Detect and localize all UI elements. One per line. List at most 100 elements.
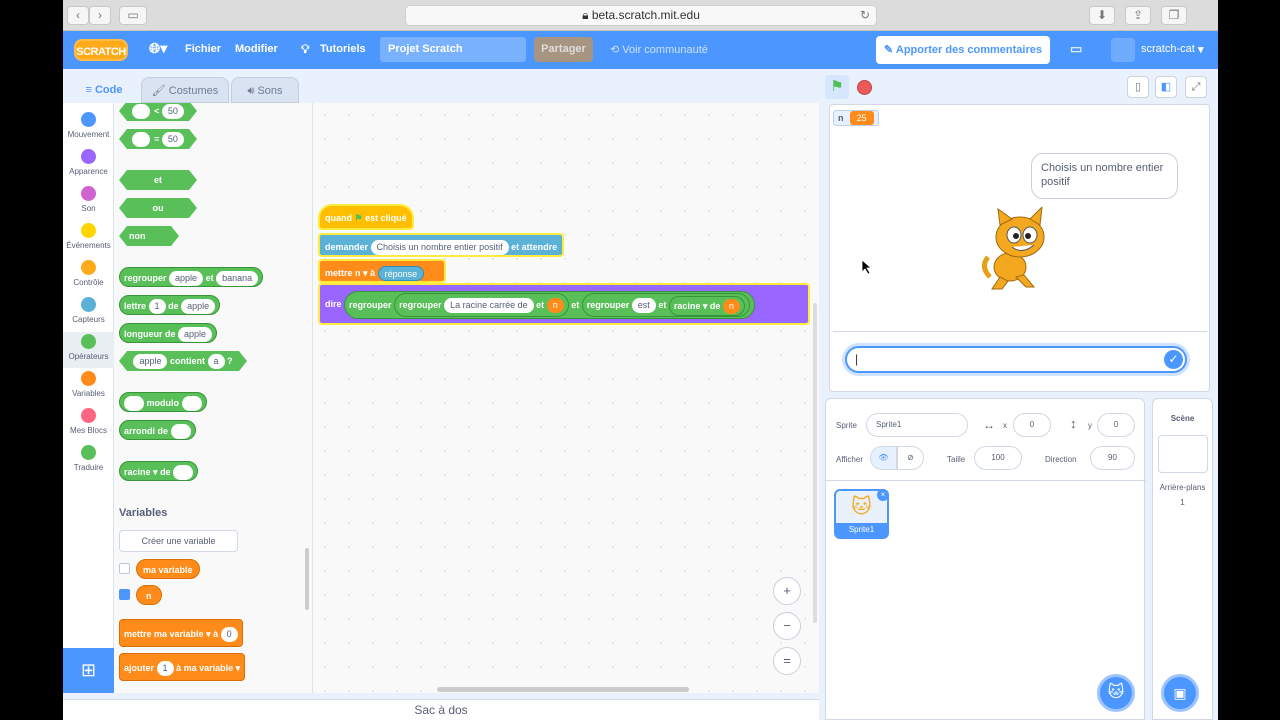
give-feedback-button[interactable]: ✎ Apporter des commentaires: [876, 36, 1050, 64]
scratch-logo[interactable]: SCRATCH: [74, 39, 128, 61]
sprite-name-input[interactable]: Sprite1: [866, 413, 968, 437]
menu-file[interactable]: Fichier: [185, 43, 221, 55]
operand[interactable]: [132, 104, 150, 119]
create-variable-button[interactable]: Créer une variable: [119, 530, 238, 552]
category-5[interactable]: Capteurs: [63, 295, 114, 331]
block-set-n[interactable]: mettre n ▾ à réponse: [318, 259, 446, 283]
variable-reporter[interactable]: n: [722, 299, 740, 314]
sqrt-reporter[interactable]: racine ▾ de n: [668, 295, 745, 316]
reload-icon[interactable]: ↻: [860, 6, 870, 25]
answer-reporter[interactable]: réponse: [377, 266, 425, 282]
stop-icon[interactable]: [857, 80, 872, 95]
x-input[interactable]: 0: [1013, 413, 1051, 437]
sidebar-toggle-icon[interactable]: ▭: [119, 6, 147, 25]
add-extension-button[interactable]: ⊞: [63, 648, 114, 693]
input[interactable]: banana: [216, 271, 259, 287]
block-contains[interactable]: apple contient a ?: [119, 351, 247, 371]
zoom-in-button[interactable]: +: [773, 577, 801, 605]
zoom-reset-button[interactable]: =: [773, 647, 801, 675]
zoom-out-button[interactable]: −: [773, 612, 801, 640]
avatar[interactable]: [1111, 38, 1135, 62]
menu-tutorials[interactable]: Tutoriels: [320, 43, 366, 55]
dropdown[interactable]: racine ▾: [124, 467, 158, 477]
operand-value[interactable]: 50: [162, 104, 184, 119]
input[interactable]: [173, 465, 194, 481]
username[interactable]: scratch-cat: [1141, 43, 1195, 55]
dropdown[interactable]: n ▾: [355, 268, 368, 278]
block-letter-of[interactable]: lettre 1 de apple: [119, 295, 221, 315]
block-ask-and-wait[interactable]: demander Choisis un nombre entier positi…: [318, 233, 564, 257]
block-less-than[interactable]: < 50: [119, 103, 197, 121]
block-say[interactable]: dire regrouper regrouper La racine carré…: [318, 283, 810, 325]
direction-input[interactable]: 90: [1090, 446, 1135, 470]
hide-eye-icon[interactable]: ⊘: [897, 446, 924, 470]
input[interactable]: apple: [133, 354, 167, 369]
input[interactable]: [124, 396, 144, 412]
folder-icon[interactable]: ▭: [1070, 41, 1082, 57]
answer-input[interactable]: | ✓: [845, 346, 1187, 373]
category-6[interactable]: Opérateurs: [63, 332, 114, 368]
block-palette[interactable]: < 50 = 50 et ou non regrouper apple et b…: [114, 103, 313, 693]
share-button[interactable]: Partager: [534, 37, 593, 62]
block-modulo[interactable]: modulo: [119, 392, 207, 412]
download-icon[interactable]: ⬇: [1089, 6, 1115, 25]
language-globe-icon[interactable]: 🌐︎▾: [149, 40, 167, 57]
var-checkbox-checked[interactable]: [119, 589, 130, 600]
variable-reporter[interactable]: n: [136, 585, 162, 605]
add-sprite-button[interactable]: 🐱︎: [1097, 674, 1135, 712]
code-workspace[interactable]: quand ⚑ est cliqué demander Choisis un n…: [313, 103, 819, 693]
tabs-icon[interactable]: ❐: [1161, 6, 1187, 25]
category-7[interactable]: Variables: [63, 369, 114, 405]
input[interactable]: 1: [156, 661, 174, 677]
join-reporter[interactable]: regrouper La racine carrée de et n: [394, 293, 569, 318]
operand[interactable]: [132, 132, 150, 147]
block-set-variable[interactable]: mettre ma variable ▾ à 0: [119, 619, 243, 647]
category-8[interactable]: Mes Blocs: [63, 406, 114, 442]
variable-reporter[interactable]: n: [546, 298, 564, 314]
join-reporter[interactable]: regrouper regrouper La racine carrée de …: [344, 290, 755, 319]
block-not[interactable]: non: [119, 226, 179, 246]
input[interactable]: La racine carrée de: [444, 298, 534, 314]
checkmark-submit-icon[interactable]: ✓: [1164, 350, 1183, 369]
input[interactable]: [181, 396, 202, 412]
delete-sprite-icon[interactable]: ×: [877, 489, 889, 501]
input[interactable]: apple: [181, 299, 216, 315]
input[interactable]: [170, 424, 191, 440]
input[interactable]: apple: [178, 327, 213, 343]
hat-block-when-flag-clicked[interactable]: quand ⚑ est cliqué: [318, 204, 414, 230]
category-4[interactable]: Contrôle: [63, 258, 114, 294]
input[interactable]: 0: [220, 627, 238, 643]
tab-sounds[interactable]: 🔊︎ Sons: [231, 77, 299, 103]
block-and[interactable]: et: [119, 170, 197, 190]
var-checkbox[interactable]: [119, 563, 130, 574]
block-change-variable[interactable]: ajouter 1 à ma variable ▾: [119, 653, 246, 681]
small-stage-icon[interactable]: ▯: [1127, 76, 1149, 98]
project-title-input[interactable]: Projet Scratch: [380, 37, 526, 62]
dropdown[interactable]: ma variable ▾: [184, 663, 241, 673]
cat-sprite[interactable]: [980, 207, 1060, 291]
sprite-thumbnail[interactable]: 🐱︎ × Sprite1: [834, 489, 889, 539]
join-reporter[interactable]: regrouper est et racine ▾ de n: [581, 293, 750, 318]
backdrop-thumbnail[interactable]: [1157, 435, 1208, 473]
share-icon[interactable]: ⇪: [1125, 6, 1151, 25]
block-length-of[interactable]: longueur de apple: [119, 323, 218, 343]
input[interactable]: 1: [148, 299, 166, 315]
category-9[interactable]: Traduire: [63, 443, 114, 479]
block-round[interactable]: arrondi de: [119, 420, 196, 440]
back-button[interactable]: ‹: [67, 6, 89, 25]
size-input[interactable]: 100: [974, 446, 1022, 470]
block-join[interactable]: regrouper apple et banana: [119, 267, 264, 287]
block-equals[interactable]: = 50: [119, 129, 197, 149]
input[interactable]: a: [208, 354, 225, 369]
input[interactable]: est: [631, 298, 656, 314]
dropdown[interactable]: ma variable ▾: [154, 629, 211, 639]
palette-scrollbar[interactable]: [305, 548, 309, 610]
fullscreen-icon[interactable]: ⤢: [1185, 76, 1207, 98]
horizontal-scrollbar[interactable]: [437, 687, 689, 692]
show-eye-icon[interactable]: 👁︎: [870, 446, 897, 470]
green-flag-icon[interactable]: ⚑: [825, 75, 849, 99]
category-3[interactable]: Événements: [63, 221, 114, 257]
dropdown[interactable]: racine ▾: [674, 301, 708, 311]
block-math-op[interactable]: racine ▾ de: [119, 461, 199, 481]
input[interactable]: apple: [169, 271, 204, 287]
